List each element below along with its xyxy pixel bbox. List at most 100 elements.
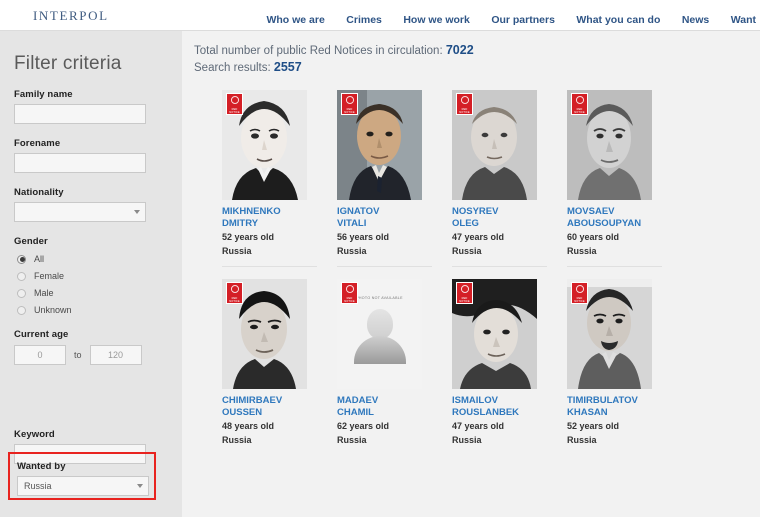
red-notice-badge: RED NOTICE xyxy=(226,282,243,304)
notice-photo-wrap[interactable]: RED NOTICE xyxy=(452,90,537,200)
nav-item-news[interactable]: News xyxy=(682,14,709,26)
red-notice-badge: RED NOTICE xyxy=(341,93,358,115)
notice-country: Russia xyxy=(337,435,367,445)
wanted-by-field-group: Wanted by Russia xyxy=(17,461,154,496)
gender-option-female[interactable]: Female xyxy=(17,271,182,281)
nationality-selected-value xyxy=(14,202,146,222)
notice-forename: ABOUSOUPYAN xyxy=(567,217,642,229)
nationality-label: Nationality xyxy=(14,187,64,198)
notice-photo-wrap[interactable]: RED NOTICE xyxy=(337,90,422,200)
gender-option-male-label: Male xyxy=(34,288,54,298)
notice-name[interactable]: MIKHNENKO DMITRY xyxy=(222,206,337,229)
notice-card[interactable]: RED NOTICE IGNATOV VITALI 56 years old R… xyxy=(337,90,452,267)
interpol-emblem-icon xyxy=(230,285,239,293)
nav-item-crimes[interactable]: Crimes xyxy=(346,14,382,26)
nationality-select[interactable] xyxy=(14,202,146,222)
results-panel: Total number of public Red Notices in ci… xyxy=(182,31,760,517)
notice-name[interactable]: TIMIRBULATOV KHASAN xyxy=(567,395,682,418)
search-results-line: Search results: 2557 xyxy=(194,59,760,76)
forename-input[interactable] xyxy=(14,153,146,173)
red-notice-badge-text: RED NOTICE xyxy=(344,107,355,114)
age-from-input[interactable]: 0 xyxy=(14,345,66,365)
interpol-emblem-icon xyxy=(230,96,239,104)
radio-icon-female[interactable] xyxy=(17,271,26,281)
red-notice-badge-text: RED NOTICE xyxy=(574,296,585,303)
notice-card[interactable]: RED NOTICE TIMIRBULATOV KHASAN 52 years … xyxy=(567,279,682,446)
notice-photo-wrap[interactable]: RED NOTICE xyxy=(222,279,307,389)
notice-family-name: IGNATOV xyxy=(337,206,380,217)
notice-family-name: TIMIRBULATOV xyxy=(567,395,638,406)
notice-photo-wrap[interactable]: PHOTO NOT AVAILABLE RED NOTICE xyxy=(337,279,422,389)
notice-photo-wrap[interactable]: RED NOTICE xyxy=(222,90,307,200)
notice-name[interactable]: NOSYREV OLEG xyxy=(452,206,567,229)
nationality-field-group: Nationality xyxy=(14,187,146,222)
interpol-logo[interactable]: INTERPOL xyxy=(33,8,109,24)
radio-icon-male[interactable] xyxy=(17,288,26,298)
age-to-input[interactable]: 120 xyxy=(89,345,142,365)
notice-age: 60 years old xyxy=(567,232,620,242)
avatar-head-icon xyxy=(366,309,393,339)
notice-forename: DMITRY xyxy=(222,217,259,229)
gender-option-female-label: Female xyxy=(34,271,65,281)
notice-country: Russia xyxy=(222,246,252,256)
notice-forename: CHAMIL xyxy=(337,406,374,418)
interpol-emblem-icon xyxy=(345,96,354,104)
notice-forename: ROUSLANBEK xyxy=(452,406,520,418)
notice-family-name: ISMAILOV xyxy=(452,395,498,406)
chevron-down-icon xyxy=(137,484,143,488)
notice-name[interactable]: ISMAILOV ROUSLANBEK xyxy=(452,395,567,418)
family-name-input[interactable] xyxy=(14,104,146,124)
notice-card[interactable]: RED NOTICE ISMAILOV ROUSLANBEK 47 years … xyxy=(452,279,567,446)
interpol-emblem-icon xyxy=(460,96,469,104)
notice-forename: KHASAN xyxy=(567,406,608,418)
notice-name[interactable]: MADAEV CHAMIL xyxy=(337,395,452,418)
notice-photo-wrap[interactable]: RED NOTICE xyxy=(567,90,652,200)
nav-item-what-you-can-do[interactable]: What you can do xyxy=(576,14,660,26)
notice-family-name: MOVSAEV xyxy=(567,206,615,217)
red-notice-badge-text: RED NOTICE xyxy=(459,296,470,303)
results-grid: RED NOTICE MIKHNENKO DMITRY 52 years old… xyxy=(222,90,760,446)
interpol-emblem-icon xyxy=(460,285,469,293)
notice-country: Russia xyxy=(452,435,482,445)
notice-age: 52 years old xyxy=(222,232,275,242)
notice-photo-wrap[interactable]: RED NOTICE xyxy=(452,279,537,389)
notice-family-name: NOSYREV xyxy=(452,206,499,217)
red-notice-badge: RED NOTICE xyxy=(571,282,588,304)
gender-option-male[interactable]: Male xyxy=(17,288,182,298)
notice-family-name: MADAEV xyxy=(337,395,379,406)
gender-option-unknown-label: Unknown xyxy=(34,305,72,315)
nav-item-our-partners[interactable]: Our partners xyxy=(491,14,555,26)
gender-option-all[interactable]: All xyxy=(17,254,182,264)
results-counts: Total number of public Red Notices in ci… xyxy=(194,42,760,76)
notice-name[interactable]: MOVSAEV ABOUSOUPYAN xyxy=(567,206,682,229)
red-notice-badge: RED NOTICE xyxy=(456,282,473,304)
radio-icon-all[interactable] xyxy=(17,254,26,264)
nav-item-who-we-are[interactable]: Who we are xyxy=(266,14,324,26)
gender-option-unknown[interactable]: Unknown xyxy=(17,305,182,315)
notice-card[interactable]: RED NOTICE CHIMIRBAEV OUSSEN 48 years ol… xyxy=(222,279,337,446)
gender-option-all-label: All xyxy=(34,254,45,264)
notice-name[interactable]: CHIMIRBAEV OUSSEN xyxy=(222,395,337,418)
nav-item-wanted[interactable]: Want xyxy=(731,14,756,26)
notice-photo-wrap[interactable]: RED NOTICE xyxy=(567,279,652,389)
main-navigation: Who we are Crimes How we work Our partne… xyxy=(249,10,760,28)
radio-icon-unknown[interactable] xyxy=(17,305,26,315)
notice-card[interactable]: RED NOTICE NOSYREV OLEG 47 years old Rus… xyxy=(452,90,567,267)
notice-card[interactable]: RED NOTICE MOVSAEV ABOUSOUPYAN 60 years … xyxy=(567,90,682,267)
card-divider xyxy=(567,266,662,267)
card-divider xyxy=(452,266,547,267)
notice-card[interactable]: RED NOTICE MIKHNENKO DMITRY 52 years old… xyxy=(222,90,337,267)
red-notice-badge: RED NOTICE xyxy=(456,93,473,115)
nav-item-how-we-work[interactable]: How we work xyxy=(403,14,470,26)
current-age-label: Current age xyxy=(14,329,69,340)
notice-age: 48 years old xyxy=(222,421,275,431)
notice-forename: OLEG xyxy=(452,217,479,229)
notice-name[interactable]: IGNATOV VITALI xyxy=(337,206,452,229)
notice-country: Russia xyxy=(567,435,597,445)
notice-forename: VITALI xyxy=(337,217,367,229)
search-results-value: 2557 xyxy=(273,60,302,74)
wanted-by-select[interactable]: Russia xyxy=(17,476,149,496)
notice-card[interactable]: PHOTO NOT AVAILABLE RED NOTICE MADAEV CH… xyxy=(337,279,452,446)
age-range-separator: to xyxy=(74,350,82,360)
red-notice-badge-text: RED NOTICE xyxy=(459,107,470,114)
